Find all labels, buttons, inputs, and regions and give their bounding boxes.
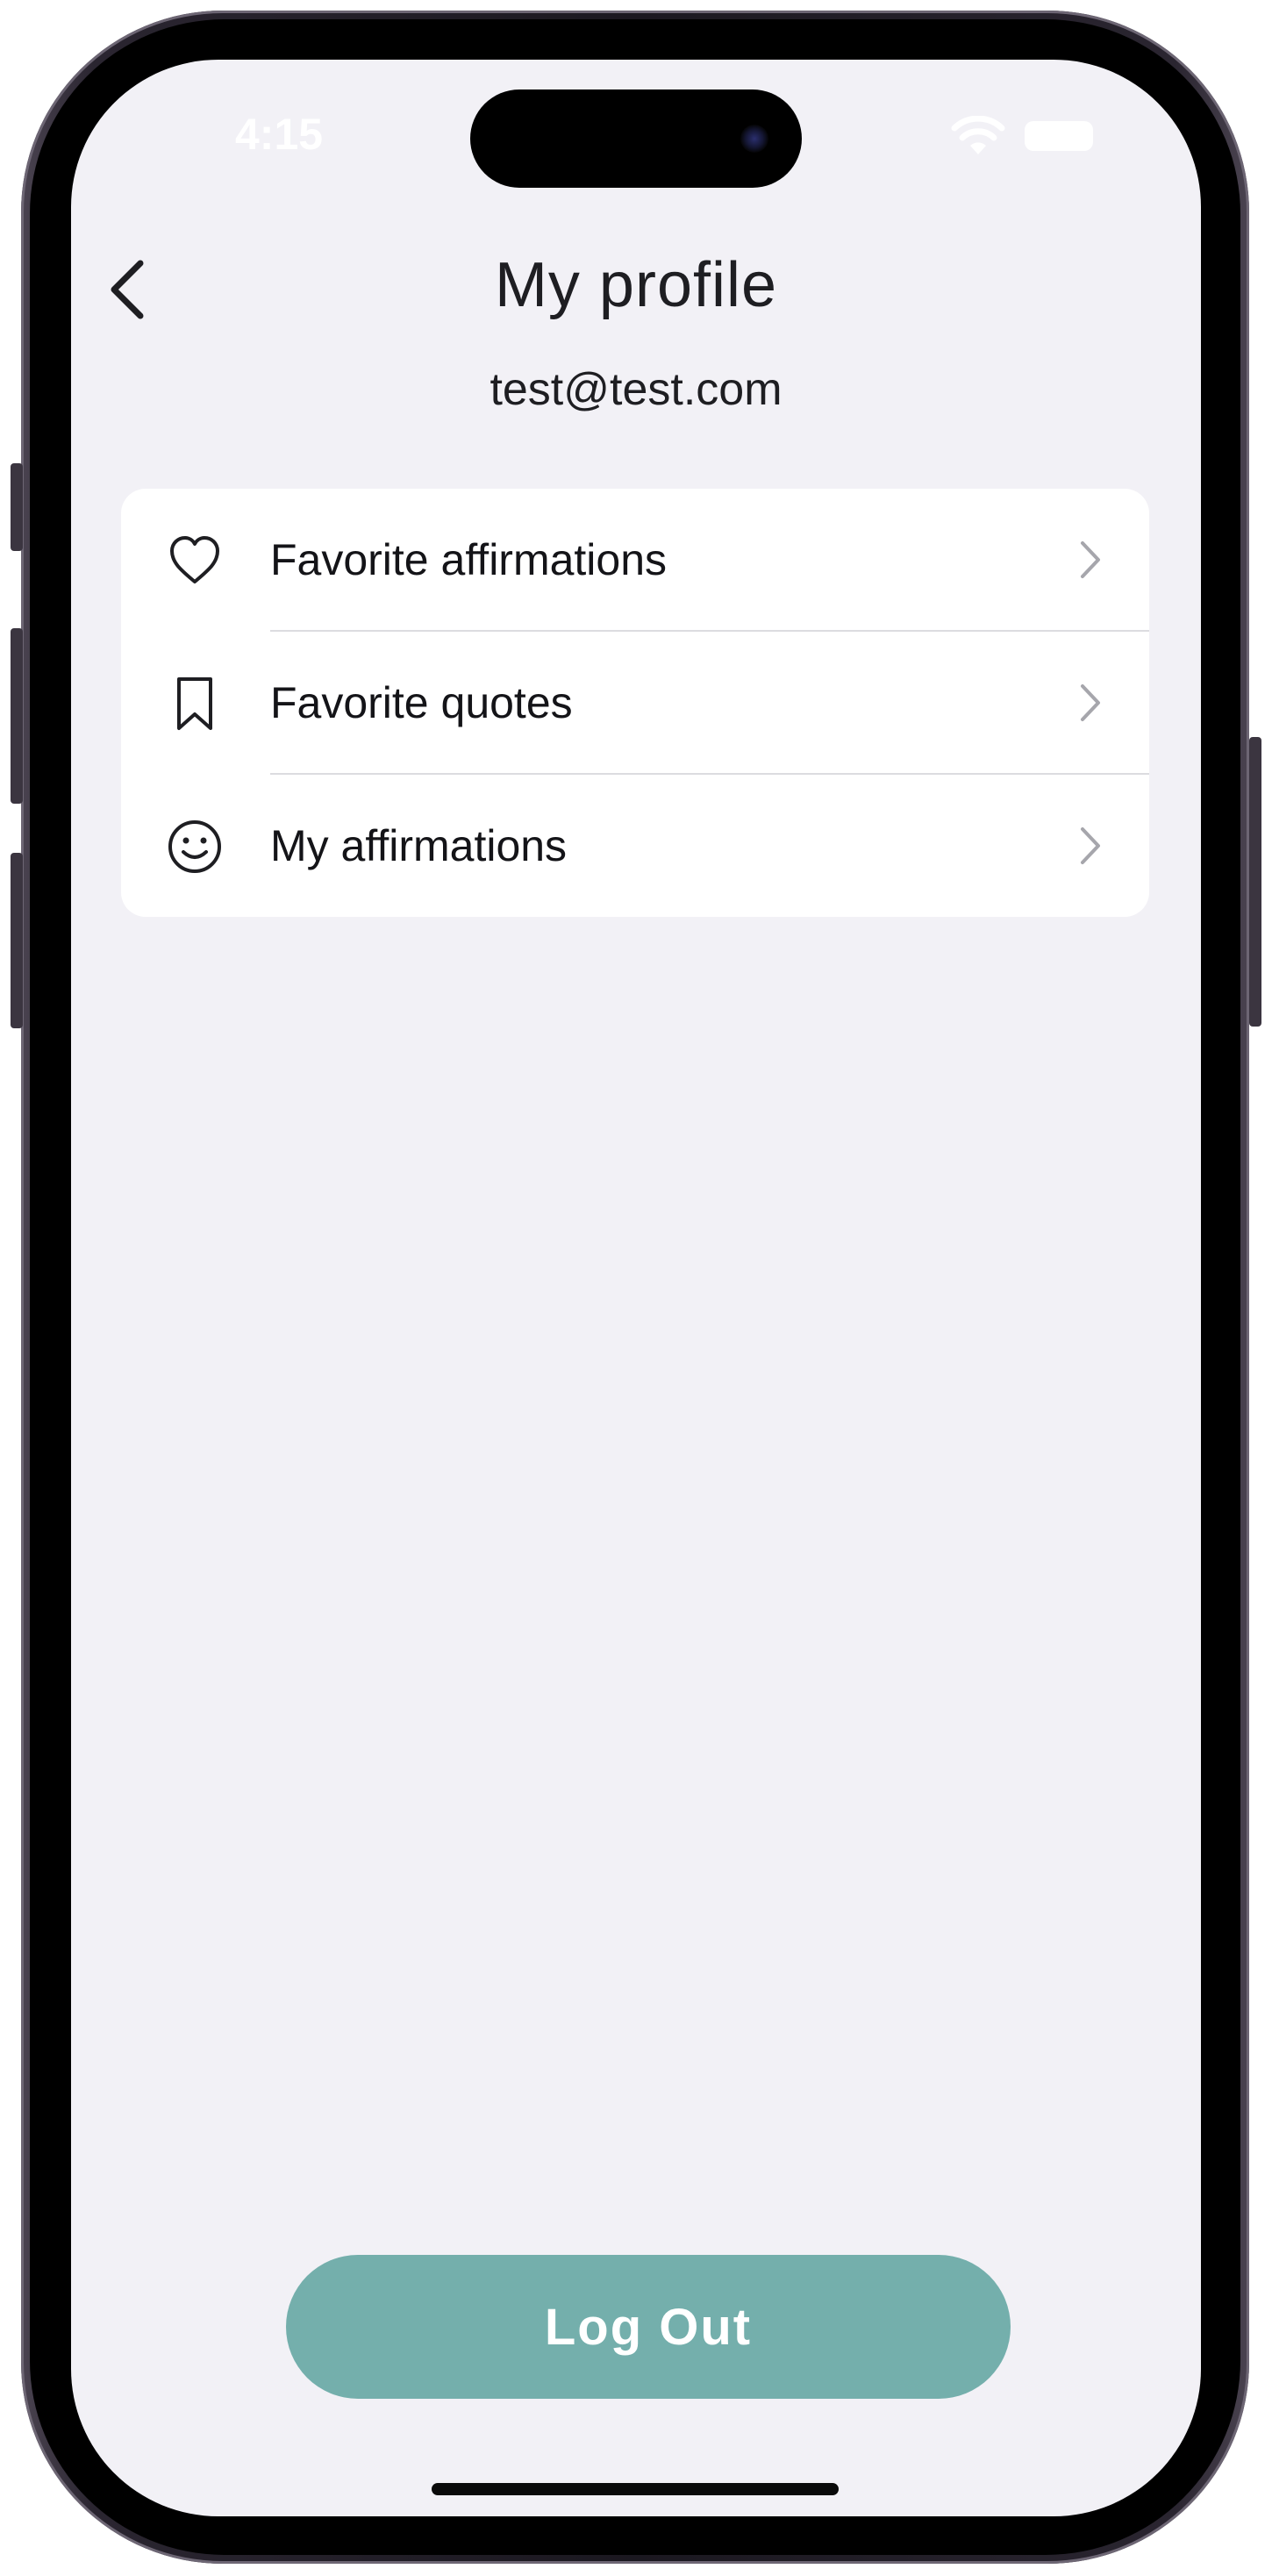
action-button <box>11 463 23 551</box>
logout-button[interactable]: Log Out <box>286 2255 1011 2399</box>
volume-up-button <box>11 628 23 804</box>
chevron-right-icon <box>1081 827 1100 864</box>
bookmark-icon <box>177 677 212 730</box>
camera-icon <box>740 125 768 153</box>
user-email: test@test.com <box>490 364 782 415</box>
heart-icon <box>170 536 219 583</box>
volume-down-button <box>11 853 23 1028</box>
app-screen <box>71 60 1201 2516</box>
home-indicator[interactable] <box>432 2483 839 2495</box>
menu-item-label: Favorite quotes <box>270 678 573 727</box>
menu-item-favorite-affirmations[interactable]: Favorite affirmations <box>121 489 1149 631</box>
smiley-icon <box>168 820 221 873</box>
battery-icon <box>1025 121 1093 151</box>
profile-menu: Favorite affirmations Favorite quotes My… <box>121 489 1149 917</box>
power-button <box>1249 737 1261 1027</box>
menu-item-favorite-quotes[interactable]: Favorite quotes <box>121 632 1149 774</box>
menu-item-label: My affirmations <box>270 821 568 870</box>
page-title: My profile <box>494 250 778 320</box>
chevron-right-icon <box>1081 684 1100 721</box>
dynamic-island <box>470 89 802 188</box>
menu-item-label: Favorite affirmations <box>270 535 668 584</box>
chevron-right-icon <box>1081 541 1100 578</box>
menu-item-my-affirmations[interactable]: My affirmations <box>121 775 1149 917</box>
wifi-icon <box>951 116 1005 154</box>
status-time: 4:15 <box>235 110 324 159</box>
